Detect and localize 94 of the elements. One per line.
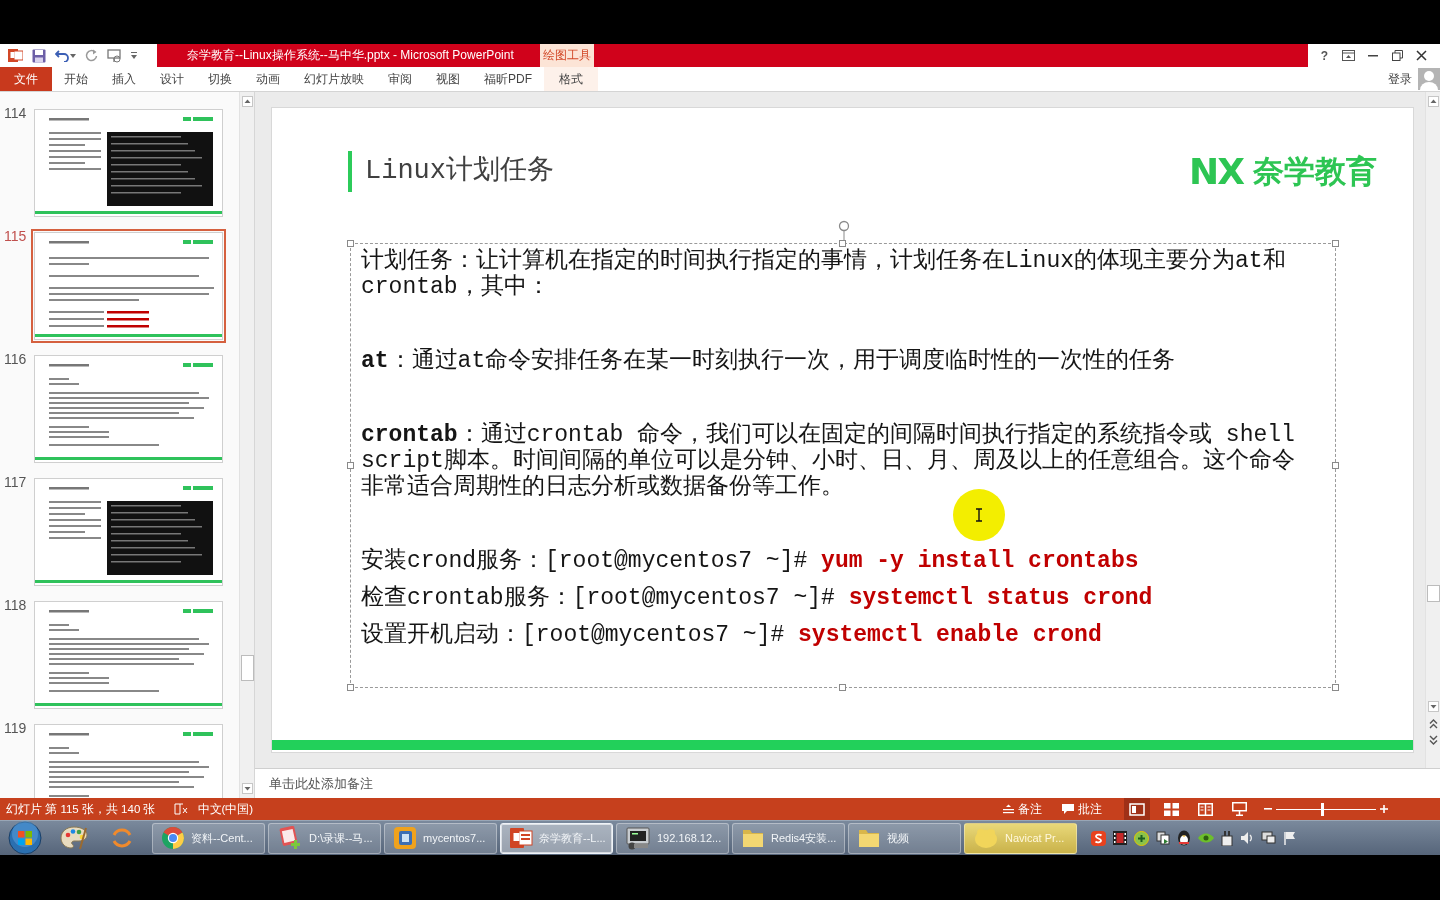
command-line: 检查crontab服务：[root@mycentos7 ~]# systemctl status crond <box>361 585 1154 611</box>
palette-icon[interactable] <box>60 825 88 851</box>
next-slide-icon[interactable] <box>1427 734 1439 746</box>
volume-icon[interactable] <box>1240 831 1254 845</box>
scroll-up-icon[interactable] <box>241 96 253 107</box>
slide-number: 116 <box>3 352 28 366</box>
slide-thumbnail[interactable] <box>31 106 226 220</box>
ribbon-tab[interactable]: 审阅 <box>376 67 424 91</box>
plug-icon[interactable] <box>1221 830 1233 846</box>
start-button[interactable] <box>8 821 42 855</box>
slide-counter: 幻灯片 第 115 张，共 140 张 <box>6 801 156 817</box>
cursor-highlight-icon <box>952 488 1006 542</box>
resize-handle[interactable] <box>1332 684 1339 691</box>
save-icon[interactable] <box>32 48 46 63</box>
zoom-thumb[interactable] <box>1321 802 1324 816</box>
browser-icon <box>161 826 185 850</box>
slide-number: 117 <box>3 475 28 489</box>
scroll-down-icon[interactable] <box>241 783 253 794</box>
ribbon-display-icon[interactable] <box>1341 50 1355 61</box>
app-blob-icon <box>973 826 999 850</box>
flag-icon[interactable] <box>1283 831 1297 845</box>
slide-thumbnail[interactable] <box>31 475 226 589</box>
comments-button[interactable]: 批注 <box>1058 798 1106 820</box>
slide-number: 119 <box>3 721 28 735</box>
input-method-icon[interactable] <box>1091 830 1106 846</box>
ribbon-tab[interactable]: 幻灯片放映 <box>292 67 376 91</box>
ribbon-tab[interactable]: 视图 <box>424 67 472 91</box>
scroll-up-icon[interactable] <box>1427 96 1439 107</box>
film-icon[interactable] <box>1113 831 1127 845</box>
penguin-icon[interactable] <box>1177 830 1191 846</box>
scroll-thumb[interactable] <box>241 655 255 681</box>
slide-sorter-icon <box>1163 802 1179 816</box>
contextual-tab-group: 绘图工具 <box>540 44 594 67</box>
resize-handle[interactable] <box>1332 461 1339 469</box>
ribbon-tab[interactable]: 切换 <box>196 67 244 91</box>
slides-app-icon <box>509 826 533 850</box>
slide-number: 118 <box>3 598 28 612</box>
paragraph: 计划任务：让计算机在指定的时间执行指定的事情，计划任务在Linux的体现主要分为at和crontab，其中： <box>361 248 1287 300</box>
resize-handle[interactable] <box>347 461 354 469</box>
restore-icon[interactable] <box>1391 50 1403 61</box>
zoom-in-icon[interactable] <box>1380 805 1388 813</box>
paragraph: crontab：通过crontab 命令，我们可以在固定的间隔时间执行指定的系统指令或 shell script脚本。时间间隔的单位可以是分钟、小时、日、月、周及以上的任意组合。这个命令非常适合周期性的日志分析或数据备份等工作。 <box>361 422 1296 500</box>
proofing-icon[interactable] <box>173 803 188 815</box>
paragraph: at：通过at命令安排任务在某一时刻执行一次，用于调度临时性的一次性的任务 <box>361 348 1177 374</box>
resize-handle[interactable] <box>839 240 846 247</box>
logo-text: 奈学教育 <box>1253 153 1377 190</box>
presentation-icon[interactable] <box>107 48 122 63</box>
customize-caret-icon[interactable] <box>131 52 137 59</box>
eye-icon[interactable] <box>1198 832 1214 844</box>
slide-title: Linux计划任务 <box>348 151 554 192</box>
window-frame-icon <box>393 826 417 850</box>
language-indicator[interactable]: 中文(中国) <box>197 801 254 817</box>
notebook-icon <box>277 826 303 850</box>
notes-button[interactable]: 备注 <box>999 798 1046 820</box>
logo-mark: NX <box>1189 153 1243 190</box>
slide-number: 114 <box>3 106 28 120</box>
ribbon-tab[interactable]: 设计 <box>148 67 196 91</box>
add-circle-icon[interactable] <box>1134 830 1149 846</box>
resize-handle[interactable] <box>347 684 354 691</box>
copy-icon[interactable] <box>1156 831 1170 845</box>
help-button[interactable]: ? <box>1320 48 1329 63</box>
scroll-thumb[interactable] <box>1427 585 1440 602</box>
reading-view-icon <box>1197 802 1213 816</box>
resize-handle[interactable] <box>1332 240 1339 247</box>
minimize-icon[interactable] <box>1368 54 1379 57</box>
command-line: 设置开机启动：[root@mycentos7 ~]# systemctl enable crond <box>361 622 1103 648</box>
resize-handle[interactable] <box>347 240 354 247</box>
scroll-down-icon[interactable] <box>1427 701 1439 712</box>
view-button[interactable] <box>1124 798 1150 820</box>
slide-number: 115 <box>3 229 28 243</box>
caret-icon[interactable] <box>70 53 76 58</box>
computer-icon <box>625 826 651 850</box>
ribbon-tab[interactable]: 开始 <box>52 67 100 91</box>
slide-thumbnail[interactable] <box>31 598 226 712</box>
undo-icon[interactable] <box>55 49 69 62</box>
ribbon-tab[interactable]: 插入 <box>100 67 148 91</box>
ppt-app-icon[interactable] <box>8 48 23 63</box>
comment-icon <box>1062 803 1074 815</box>
slide-thumbnail[interactable] <box>31 352 226 466</box>
previous-slide-icon[interactable] <box>1427 718 1439 730</box>
file-tab[interactable]: 文件 <box>0 67 52 91</box>
resize-handle[interactable] <box>839 684 846 691</box>
ribbon-tab[interactable]: 动画 <box>244 67 292 91</box>
redo-icon[interactable] <box>85 49 98 62</box>
sign-in-link[interactable]: 登录 <box>1388 70 1412 88</box>
close-icon[interactable] <box>1416 50 1428 61</box>
normal-view-icon <box>1129 802 1145 816</box>
slideshow-icon <box>1231 802 1247 816</box>
ribbon-tab[interactable]: 福昕PDF <box>472 67 544 91</box>
slide-thumbnail[interactable] <box>31 229 226 343</box>
window-title: 奈学教育--Linux操作系统--马中华.pptx - Microsoft PowerPoint <box>186 47 515 64</box>
network-icon[interactable] <box>1261 831 1276 845</box>
command-line: 安装crond服务：[root@mycentos7 ~]# yum -y install crontabs <box>361 548 1140 574</box>
notes-icon <box>1003 804 1014 814</box>
